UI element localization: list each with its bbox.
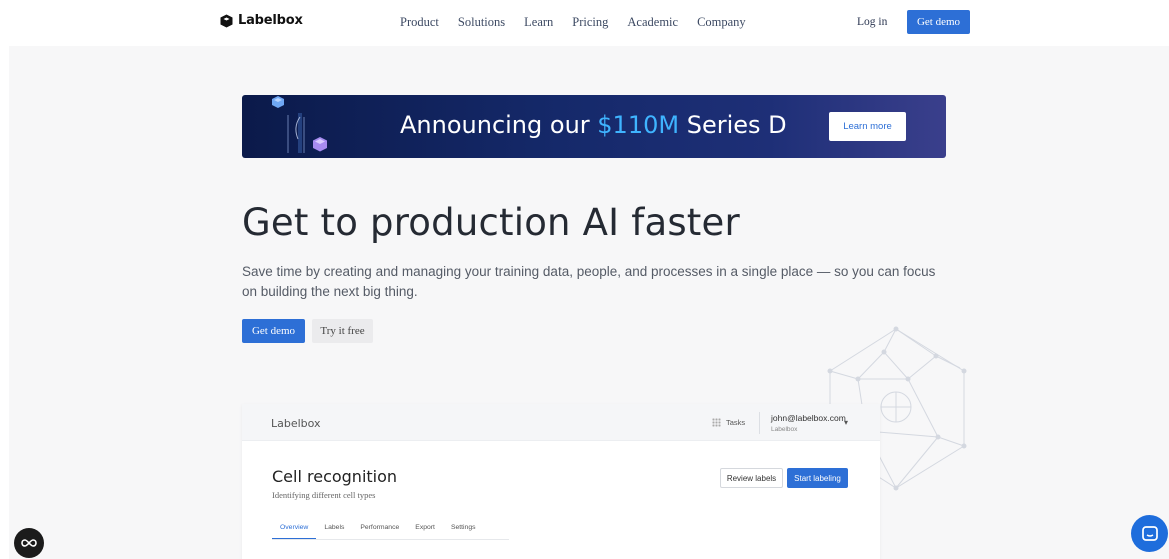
app-preview-header: Labelbox Tasks john@labelbox.com Labelbo… (242, 404, 880, 441)
banner-illustration-icon (272, 96, 327, 153)
chevron-down-icon: ▾ (844, 418, 849, 427)
chat-icon (1141, 525, 1158, 541)
project-tabs: Overview Labels Performance Export Setti… (272, 524, 484, 540)
tabs-divider (272, 539, 509, 540)
grid-icon (712, 418, 721, 427)
banner-suffix: Series D (679, 111, 787, 139)
banner-headline: Announcing our $110M Series D (400, 111, 787, 139)
learn-more-button[interactable]: Learn more (829, 112, 906, 141)
user-email: john@labelbox.com (771, 413, 846, 423)
tab-overview: Overview (272, 524, 317, 540)
user-menu: john@labelbox.com Labelbox (771, 413, 846, 433)
project-title: Cell recognition (272, 467, 398, 486)
tab-labels: Labels (324, 524, 345, 531)
tab-export: Export (415, 524, 435, 531)
user-org: Labelbox (771, 426, 798, 433)
tasks-link: Tasks (712, 418, 745, 427)
banner-prefix: Announcing our (400, 111, 598, 139)
review-labels-button: Review labels (720, 468, 783, 488)
top-navigation: Labelbox Product Solutions Learn Pricing… (0, 0, 1169, 46)
nav-pricing[interactable]: Pricing (572, 15, 608, 30)
nav-solutions[interactable]: Solutions (458, 15, 505, 30)
hero-headline: Get to production AI faster (242, 201, 740, 244)
nav-company[interactable]: Company (697, 15, 746, 30)
banner-amount: $110M (597, 111, 680, 139)
nav-learn[interactable]: Learn (524, 15, 553, 30)
tasks-label: Tasks (726, 418, 746, 427)
project-subtitle: Identifying different cell types (272, 490, 376, 500)
app-preview: Labelbox Tasks john@labelbox.com Labelbo… (242, 404, 880, 559)
labelbox-logo-icon (220, 14, 233, 27)
app-preview-logo: Labelbox (271, 417, 321, 430)
header-divider (759, 412, 760, 434)
tab-performance: Performance (360, 524, 400, 531)
nav-academic[interactable]: Academic (627, 15, 678, 30)
main-nav: Product Solutions Learn Pricing Academic… (400, 15, 746, 30)
hero-section: Announcing our $110M Series D Learn more… (9, 46, 1169, 559)
announcement-banner[interactable]: Announcing our $110M Series D Learn more (242, 95, 946, 158)
accessibility-widget-button[interactable] (14, 528, 44, 558)
chat-widget-button[interactable] (1131, 515, 1168, 552)
try-it-free-button[interactable]: Try it free (312, 319, 373, 343)
tab-settings: Settings (450, 524, 476, 531)
nav-product[interactable]: Product (400, 15, 439, 30)
header-get-demo-button[interactable]: Get demo (907, 10, 970, 34)
brand-logo[interactable]: Labelbox (220, 13, 303, 28)
brand-name: Labelbox (238, 13, 303, 28)
hero-get-demo-button[interactable]: Get demo (242, 319, 305, 343)
hero-subtitle: Save time by creating and managing your … (242, 264, 936, 299)
login-link[interactable]: Log in (857, 16, 887, 28)
infinity-icon (21, 539, 37, 547)
start-labeling-button: Start labeling (787, 468, 848, 488)
